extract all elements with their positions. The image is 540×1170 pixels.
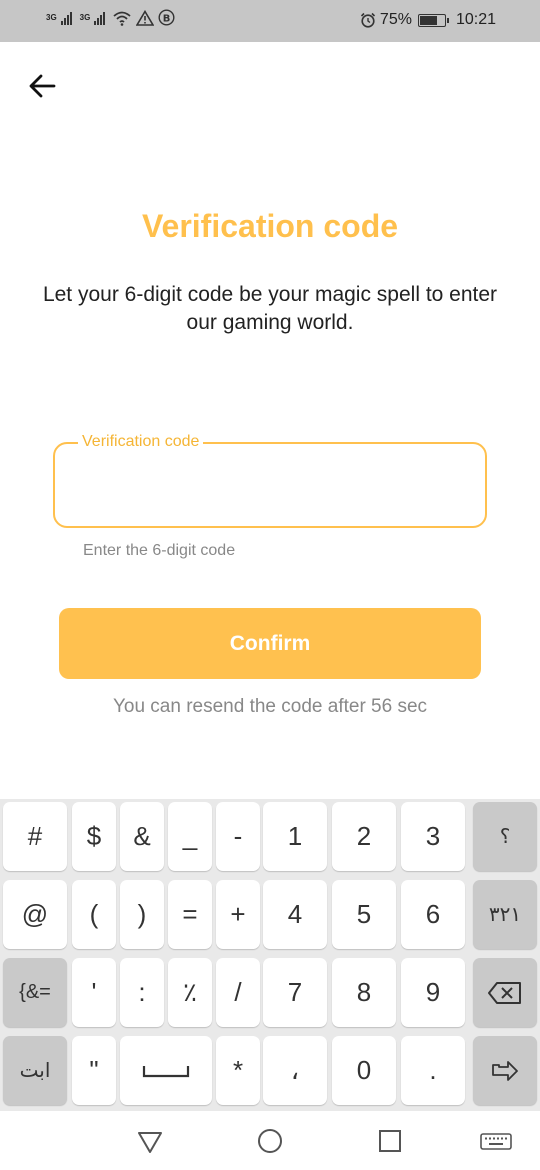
- key[interactable]: ابت: [3, 1036, 67, 1105]
- key[interactable]: {&=: [3, 958, 67, 1027]
- keyboard-icon: [480, 1133, 512, 1150]
- page-title: Verification code: [141, 208, 399, 244]
- helper-text: Enter the 6-digit code: [83, 542, 236, 559]
- key[interactable]: ٣٢١: [473, 880, 537, 949]
- backspace-icon: [488, 981, 521, 1004]
- back-button[interactable]: [24, 68, 60, 104]
- page-subtitle: Let your 6-digit code be your magic spel…: [42, 283, 498, 334]
- resend-timer-text: You can resend the code after 56 sec: [112, 696, 428, 717]
- network-type-2: 3G: [79, 13, 91, 22]
- key[interactable]: ": [72, 1036, 116, 1105]
- key[interactable]: 9: [401, 958, 465, 1027]
- triangle-back-icon: [138, 1132, 162, 1153]
- nav-home-button[interactable]: [254, 1125, 286, 1157]
- confirm-button[interactable]: Confirm: [59, 608, 481, 679]
- key[interactable]: 4: [263, 880, 327, 949]
- wifi-icon: [113, 11, 131, 26]
- nav-keyboard-button[interactable]: [479, 1125, 513, 1157]
- key[interactable]: 2: [332, 802, 396, 871]
- battery-icon: [417, 13, 449, 27]
- key[interactable]: #: [3, 802, 67, 871]
- keyboard: # $ & _ - 1 2 3 ؟ @ ( ) = + 4 5 6 ٣٢١ {&…: [0, 799, 540, 1111]
- key[interactable]: ،: [263, 1036, 327, 1105]
- navigation-bar: [0, 1111, 540, 1170]
- warning-icon: [136, 9, 155, 26]
- verification-code-label: Verification code: [78, 433, 204, 451]
- enter-icon: [492, 1060, 518, 1081]
- space-icon: [142, 1065, 190, 1077]
- verification-code-input[interactable]: [55, 444, 485, 526]
- alarm-icon: [360, 12, 375, 28]
- key[interactable]: :: [120, 958, 164, 1027]
- key[interactable]: $: [72, 802, 116, 871]
- key[interactable]: &: [120, 802, 164, 871]
- key[interactable]: 7: [263, 958, 327, 1027]
- signal-icon: [60, 11, 72, 25]
- key[interactable]: 1: [263, 802, 327, 871]
- enter-key[interactable]: [473, 1036, 537, 1105]
- space-key[interactable]: [120, 1036, 212, 1105]
- key[interactable]: 5: [332, 880, 396, 949]
- status-icons-left: 3G 3G B: [46, 9, 175, 26]
- key[interactable]: (: [72, 880, 116, 949]
- key[interactable]: 6: [401, 880, 465, 949]
- verification-code-field[interactable]: [53, 442, 487, 528]
- square-recents-icon: [379, 1130, 401, 1152]
- key[interactable]: ): [120, 880, 164, 949]
- status-time: 10:21: [455, 11, 496, 28]
- key[interactable]: -: [216, 802, 260, 871]
- key[interactable]: ؟: [473, 802, 537, 871]
- key[interactable]: .: [401, 1036, 465, 1105]
- key[interactable]: /: [216, 958, 260, 1027]
- nav-recents-button[interactable]: [374, 1125, 406, 1157]
- circle-home-icon: [258, 1129, 282, 1153]
- arrow-left-icon: [29, 74, 56, 98]
- b-circle-icon: B: [158, 9, 175, 26]
- network-type-1: 3G: [46, 13, 57, 22]
- key[interactable]: _: [168, 802, 212, 871]
- key[interactable]: @: [3, 880, 67, 949]
- key[interactable]: ': [72, 958, 116, 1027]
- svg-text:B: B: [163, 13, 171, 24]
- backspace-key[interactable]: [473, 958, 537, 1027]
- key[interactable]: ٪: [168, 958, 212, 1027]
- status-icons-right: 75% 10:21: [360, 11, 496, 29]
- nav-back-button[interactable]: [134, 1125, 166, 1157]
- key[interactable]: *: [216, 1036, 260, 1105]
- key[interactable]: 8: [332, 958, 396, 1027]
- signal-icon-2: [94, 11, 106, 25]
- battery-percent: 75%: [379, 11, 412, 28]
- key[interactable]: 3: [401, 802, 465, 871]
- key[interactable]: =: [168, 880, 212, 949]
- status-bar: 3G 3G B 75% 10:21: [0, 0, 540, 42]
- key[interactable]: 0: [332, 1036, 396, 1105]
- key[interactable]: +: [216, 880, 260, 949]
